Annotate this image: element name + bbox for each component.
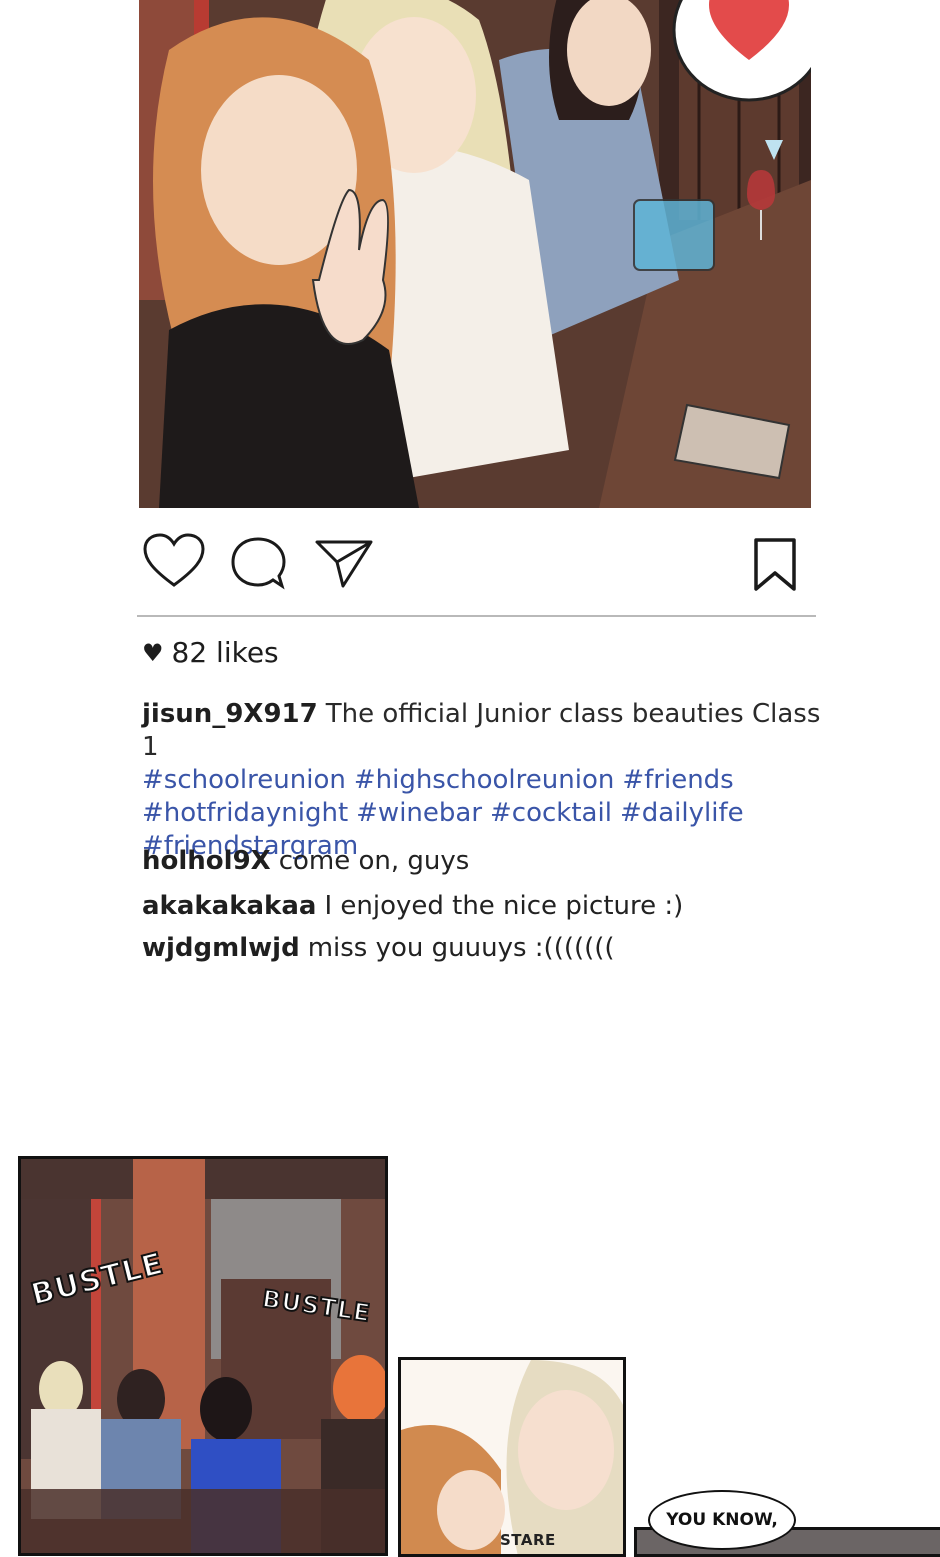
paper-plane-icon[interactable] xyxy=(313,538,375,590)
comment-author[interactable]: holhol9X xyxy=(142,846,271,876)
speech-bubble-icon[interactable] xyxy=(228,535,288,591)
hashtag[interactable]: #highschoolreunion xyxy=(354,765,615,795)
comment-author[interactable]: akakakakaa xyxy=(142,891,316,921)
heart-outline-icon[interactable] xyxy=(142,533,206,589)
sound-effect-stare: STARE xyxy=(500,1531,556,1549)
hashtag[interactable]: #cocktail xyxy=(490,798,612,828)
speech-bubble: YOU KNOW, xyxy=(648,1490,796,1550)
bookmark-icon[interactable] xyxy=(752,537,798,593)
likes-label: 82 likes xyxy=(171,636,279,669)
post-caption: jisun_9X917 The official Junior class bea… xyxy=(142,698,832,863)
likes-count[interactable]: ♥ 82 likes xyxy=(142,636,279,669)
comment: holhol9X come on, guys xyxy=(142,846,469,876)
comment-author[interactable]: wjdgmlwjd xyxy=(142,933,300,963)
hashtag[interactable]: #friends xyxy=(622,765,733,795)
heart-filled-icon: ♥ xyxy=(142,638,164,667)
comment: wjdgmlwjd miss you guuuys :((((((( xyxy=(142,933,615,963)
hashtag[interactable]: #schoolreunion xyxy=(142,765,346,795)
hashtag[interactable]: #winebar xyxy=(356,798,482,828)
comic-panel-bar-scene xyxy=(18,1156,388,1556)
divider xyxy=(137,615,816,617)
comment: akakakakaa I enjoyed the nice picture :) xyxy=(142,891,683,921)
comment-text: come on, guys xyxy=(278,846,470,876)
caption-author[interactable]: jisun_9X917 xyxy=(142,699,318,729)
comic-panel-stare xyxy=(398,1357,626,1557)
comment-text: I enjoyed the nice picture :) xyxy=(324,891,684,921)
comment-text: miss you guuuys :((((((( xyxy=(307,933,615,963)
hashtag[interactable]: #dailylife xyxy=(620,798,744,828)
hashtag[interactable]: #hotfridaynight xyxy=(142,798,348,828)
post-photo xyxy=(139,0,811,508)
